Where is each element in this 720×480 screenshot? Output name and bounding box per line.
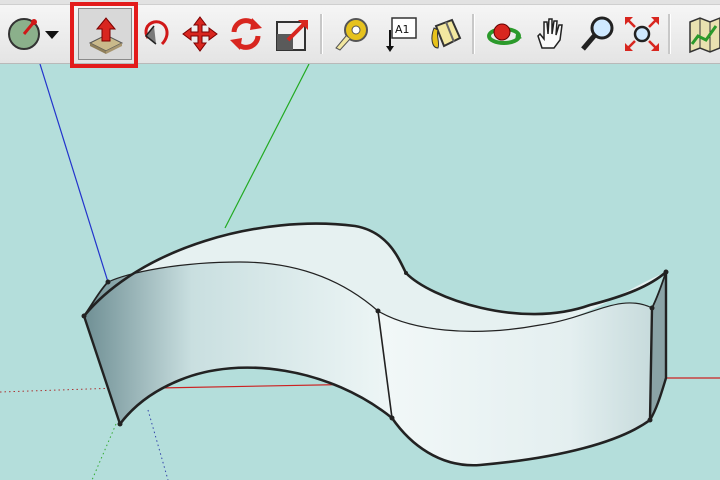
rotate-icon (230, 18, 262, 50)
hand-icon (537, 18, 563, 49)
chevron-down-icon (45, 31, 59, 39)
toolbar-separator (320, 14, 323, 54)
tool-dropdown-arrow[interactable] (40, 10, 64, 58)
vertex (404, 271, 408, 275)
tape-measure-tool-button[interactable] (328, 10, 376, 58)
svg-text:A1: A1 (395, 23, 410, 36)
zoom-extents-tool-button[interactable] (618, 10, 666, 58)
follow-me-tool-button[interactable] (132, 10, 180, 58)
main-toolbar: A1 (0, 0, 720, 68)
previous-view-tool-button[interactable] (680, 10, 720, 58)
vertex (663, 269, 669, 275)
tape-measure-icon (335, 18, 368, 51)
scale-tool-button[interactable] (268, 10, 316, 58)
model-canvas (0, 64, 720, 480)
drawing-viewport[interactable] (0, 64, 720, 480)
green-axis (224, 64, 310, 229)
red-axis-dotted (0, 387, 119, 393)
toolbar-top-strip (0, 0, 720, 5)
push-pull-icon (88, 17, 124, 54)
orbit-tool-button[interactable] (480, 10, 528, 58)
scale-icon (276, 20, 308, 51)
vertex (375, 308, 381, 314)
paint-bucket-tool-button[interactable] (422, 10, 470, 58)
toolbar-separator (668, 14, 671, 54)
magnifier-icon (581, 16, 614, 51)
orbit-icon (487, 23, 522, 45)
green-axis-dotted (91, 423, 117, 480)
vertex (647, 417, 653, 423)
push-pull-tool-button[interactable] (78, 8, 132, 60)
compass-icon (8, 18, 40, 50)
vertex (81, 313, 87, 319)
vertex (105, 279, 111, 285)
rotate-tool-button[interactable] (222, 10, 270, 58)
blue-axis (39, 64, 109, 283)
vertex (649, 305, 655, 311)
pan-tool-button[interactable] (526, 10, 574, 58)
vertex (389, 415, 395, 421)
text-label-icon: A1 (386, 17, 417, 52)
move-tool-button[interactable] (176, 10, 224, 58)
text-tool-button[interactable]: A1 (376, 10, 424, 58)
zoom-tool-button[interactable] (574, 10, 622, 58)
blue-axis-dotted (147, 409, 169, 480)
map-icon (689, 17, 720, 54)
move-icon (182, 16, 218, 52)
vertex (117, 421, 123, 427)
follow-me-icon (144, 20, 169, 46)
toolbar-separator (472, 14, 475, 54)
paint-bucket-icon (431, 18, 462, 49)
zoom-extents-icon (625, 17, 659, 51)
